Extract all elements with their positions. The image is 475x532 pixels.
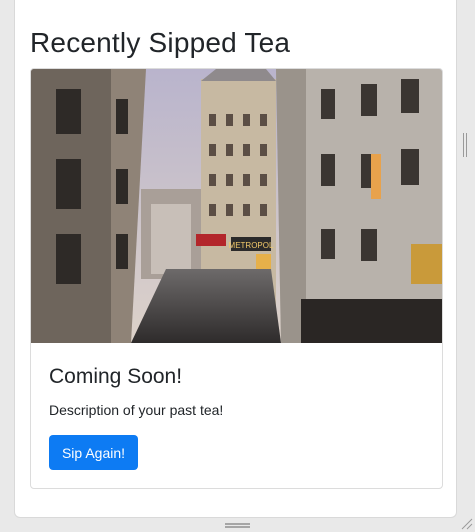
card-image: METROPOL	[31, 69, 442, 343]
section-title: Recently Sipped Tea	[30, 27, 291, 58]
sip-again-button[interactable]: Sip Again!	[49, 435, 138, 470]
tea-card: METROPOL Coming Soon! Description of you…	[30, 68, 443, 489]
scrollbar-grip-icon[interactable]	[463, 133, 467, 157]
content-panel: Recently Sipped Tea METROPOL Coming Soon…	[14, 0, 457, 518]
card-body: Coming Soon! Description of your past te…	[31, 344, 442, 488]
card-description: Description of your past tea!	[49, 402, 224, 418]
metropol-sign: METROPOL	[229, 241, 274, 250]
card-title: Coming Soon!	[49, 365, 183, 388]
resize-corner-icon[interactable]	[459, 516, 473, 530]
resize-grip-icon[interactable]	[225, 523, 250, 528]
